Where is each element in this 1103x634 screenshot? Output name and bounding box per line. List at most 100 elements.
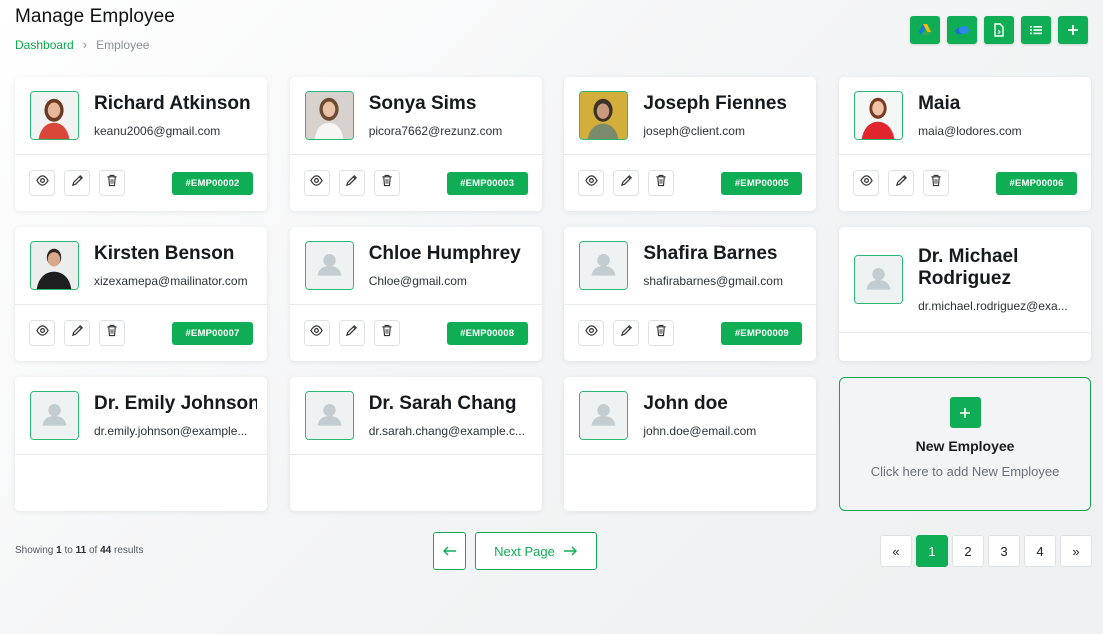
delete-button[interactable]: [648, 320, 675, 346]
previous-page-button[interactable]: [433, 532, 466, 570]
employee-card[interactable]: Chloe Humphrey Chloe@gmail.com #EMP00008: [289, 227, 542, 361]
view-button[interactable]: [29, 170, 55, 196]
avatar: [579, 91, 629, 140]
employee-id-badge[interactable]: #EMP00009: [721, 321, 803, 345]
employee-email: xizexamepa@mailinator.com: [94, 274, 248, 288]
employee-name: John doe: [643, 393, 728, 414]
employee-id-badge[interactable]: #EMP00006: [996, 171, 1078, 195]
employee-id-badge[interactable]: #EMP00007: [172, 321, 253, 345]
employee-card[interactable]: Maia maia@lodores.com #EMP00006: [839, 77, 1092, 211]
employee-card[interactable]: Richard Atkinson keanu2006@gmail.com #EMP0…: [15, 77, 267, 211]
delete-button[interactable]: [373, 320, 400, 346]
trash-icon: [106, 324, 118, 342]
avatar: [854, 91, 904, 140]
list-view-button[interactable]: [1021, 16, 1051, 44]
new-employee-title: New Employee: [915, 438, 1015, 454]
onedrive-icon: [955, 26, 969, 35]
eye-icon: [859, 174, 873, 192]
add-button[interactable]: [1058, 16, 1088, 44]
employee-email: dr.emily.johnson@example...: [94, 424, 248, 438]
employee-name: Richard Atkinson: [94, 93, 251, 114]
pencil-icon: [345, 174, 358, 192]
new-employee-subtitle: Click here to add New Employee: [870, 464, 1060, 479]
delete-button[interactable]: [373, 170, 400, 196]
breadcrumb-current: Employee: [96, 37, 150, 52]
pencil-icon: [71, 324, 84, 342]
eye-icon: [35, 174, 49, 192]
employee-name: Sonya Sims: [368, 93, 477, 114]
employee-card[interactable]: Dr. Emily Johnson dr.emily.johnson@exampl…: [15, 377, 267, 511]
first-page-button[interactable]: «: [880, 535, 912, 567]
employee-email: shafirabarnes@gmail.com: [643, 274, 783, 288]
trash-icon: [930, 174, 942, 192]
page-2-button[interactable]: 2: [952, 535, 984, 567]
employee-name: Kirsten Benson: [94, 243, 235, 264]
employee-grid: Richard Atkinson keanu2006@gmail.com #EMP0…: [15, 77, 1092, 511]
employee-email: dr.michael.rodriguez@exa...: [918, 299, 1068, 313]
view-button[interactable]: [303, 320, 330, 346]
view-button[interactable]: [853, 170, 880, 196]
employee-card[interactable]: Joseph Fiennes joseph@client.com #EMP00005: [564, 77, 817, 211]
delete-button[interactable]: [99, 170, 125, 196]
breadcrumb-dashboard-link[interactable]: Dashboard: [15, 38, 74, 52]
new-employee-card[interactable]: New Employee Click here to add New Employ…: [839, 377, 1092, 511]
employee-email: picora7662@rezunz.com: [368, 124, 503, 138]
export-button[interactable]: [984, 16, 1014, 44]
view-button[interactable]: [29, 320, 55, 346]
employee-email: joseph@client.com: [643, 124, 745, 138]
add-icon: [1068, 25, 1078, 35]
edit-button[interactable]: [888, 170, 915, 196]
employee-card[interactable]: Sonya Sims picora7662@rezunz.com #EMP00003: [289, 77, 542, 211]
employee-email: Chloe@gmail.com: [368, 274, 467, 288]
delete-button[interactable]: [923, 170, 950, 196]
view-button[interactable]: [303, 170, 330, 196]
page-title: Manage Employee: [15, 6, 175, 27]
employee-card[interactable]: Shafira Barnes shafirabarnes@gmail.com #EM…: [564, 227, 817, 361]
edit-button[interactable]: [64, 320, 90, 346]
employee-card[interactable]: John doe john.doe@email.com: [564, 377, 817, 511]
employee-card[interactable]: Kirsten Benson xizexamepa@mailinator.com #…: [15, 227, 267, 361]
page-3-button[interactable]: 3: [988, 535, 1020, 567]
pencil-icon: [71, 174, 84, 192]
employee-id-badge[interactable]: #EMP00003: [446, 171, 528, 195]
employee-id-badge[interactable]: #EMP00002: [172, 171, 253, 195]
edit-button[interactable]: [338, 170, 365, 196]
employee-card[interactable]: Dr. Michael Rodriguez dr.michael.rodrigue…: [839, 227, 1092, 361]
view-button[interactable]: [578, 320, 605, 346]
employee-name: Chloe Humphrey: [368, 243, 521, 264]
avatar: [304, 91, 354, 140]
eye-icon: [585, 174, 598, 192]
edit-button[interactable]: [338, 320, 365, 346]
chevron-right-icon: ›: [82, 37, 88, 52]
arrow-left-icon: [443, 546, 456, 556]
eye-icon: [310, 174, 323, 192]
avatar: [854, 255, 904, 304]
employee-email: maia@lodores.com: [918, 124, 1022, 138]
breadcrumb: Dashboard › Employee: [15, 37, 149, 52]
google-drive-button[interactable]: [910, 16, 940, 44]
eye-icon: [585, 324, 598, 342]
delete-button[interactable]: [99, 320, 125, 346]
delete-button[interactable]: [648, 170, 675, 196]
next-page-button[interactable]: Next Page: [475, 532, 597, 570]
employee-id-badge[interactable]: #EMP00008: [446, 321, 528, 345]
pencil-icon: [895, 174, 908, 192]
employee-card[interactable]: Dr. Sarah Chang dr.sarah.chang@example.c.…: [289, 377, 542, 511]
employee-name: Maia: [918, 93, 961, 114]
page-1-button[interactable]: 1: [916, 535, 948, 567]
avatar: [304, 391, 354, 440]
arrow-right-icon: [563, 546, 577, 556]
pencil-icon: [620, 324, 633, 342]
trash-icon: [655, 174, 667, 192]
last-page-button[interactable]: »: [1060, 535, 1092, 567]
page-4-button[interactable]: 4: [1024, 535, 1056, 567]
avatar: [579, 241, 629, 290]
employee-id-badge[interactable]: #EMP00005: [721, 171, 803, 195]
edit-button[interactable]: [64, 170, 90, 196]
onedrive-button[interactable]: [947, 16, 977, 44]
edit-button[interactable]: [613, 320, 640, 346]
view-button[interactable]: [578, 170, 605, 196]
edit-button[interactable]: [613, 170, 640, 196]
avatar: [30, 391, 79, 440]
export-file-icon: [994, 23, 1004, 37]
